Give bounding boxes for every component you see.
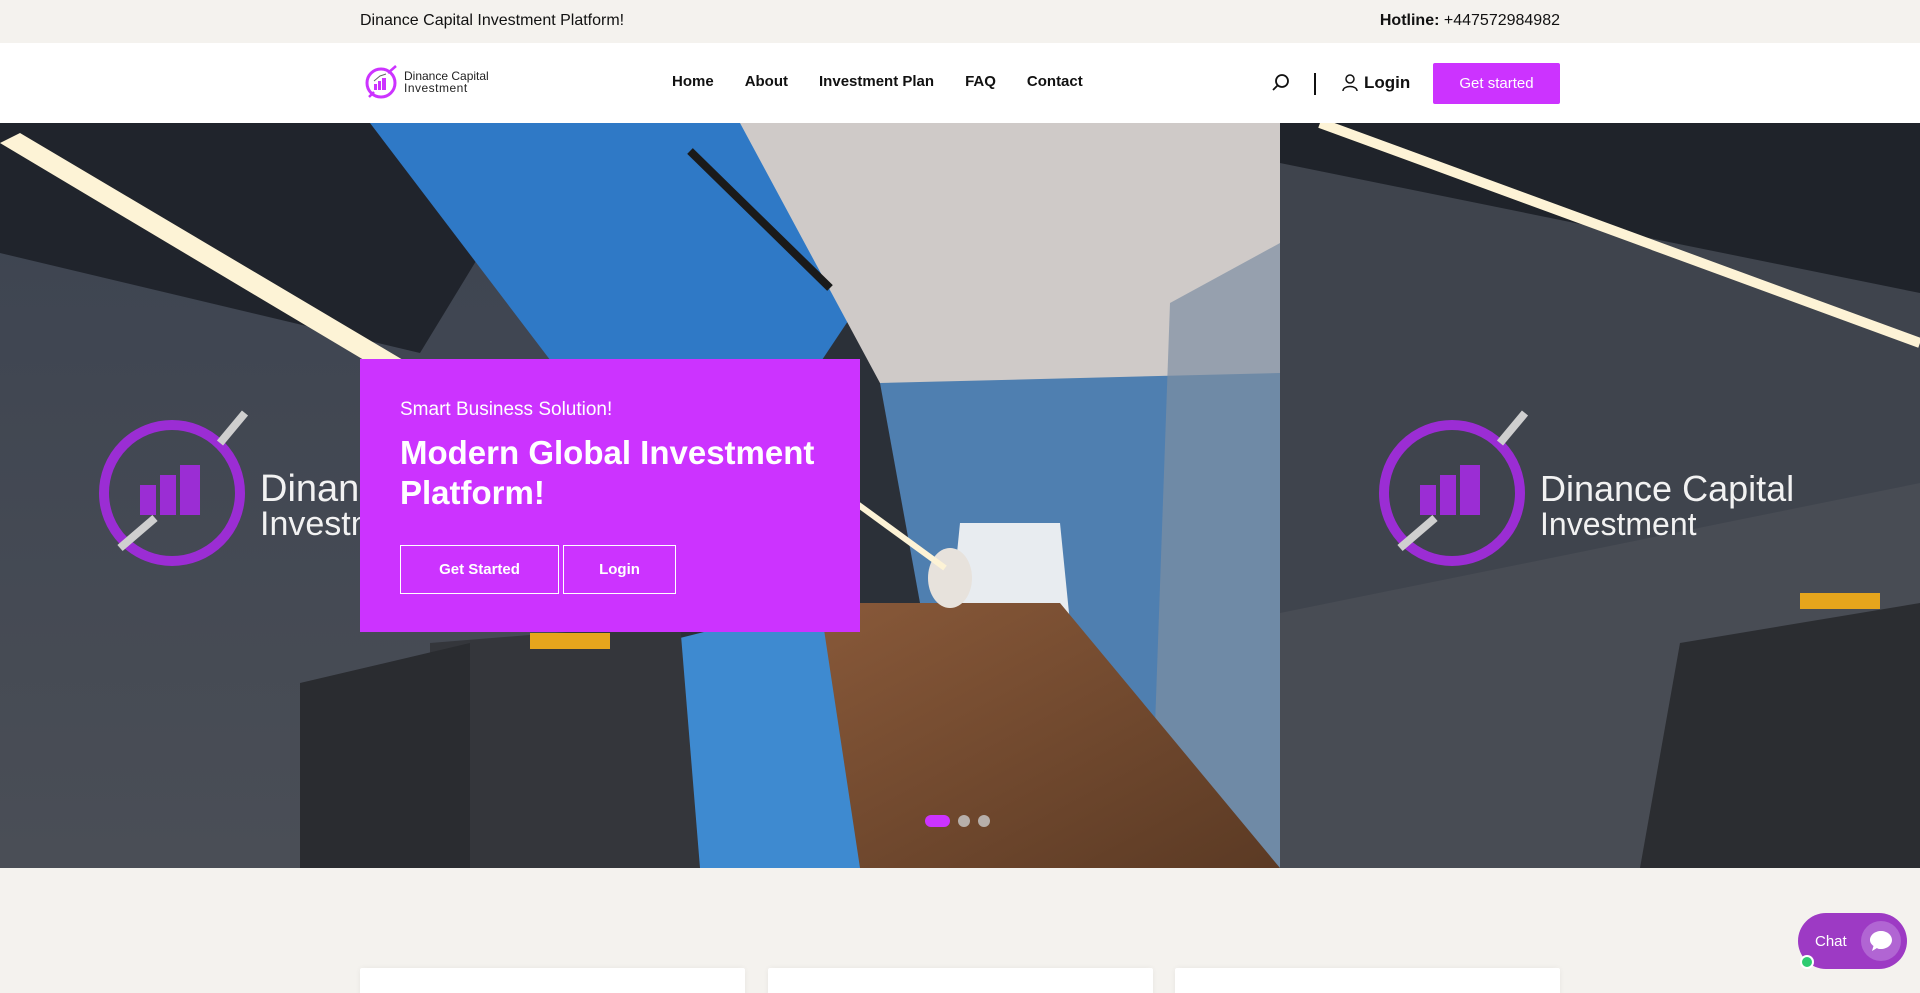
hero-slider[interactable]: Dinance Capital Investment Dinance Capit… (0, 123, 1920, 868)
site-header: Dinance Capital Investment Home About In… (0, 43, 1920, 123)
logo-text: Dinance Capital Investment (404, 70, 489, 94)
user-icon (1342, 74, 1358, 92)
get-started-button[interactable]: Get started (1433, 63, 1560, 104)
nav-investment-plan[interactable]: Investment Plan (819, 73, 934, 90)
feature-card (1175, 968, 1560, 993)
slider-dot-3[interactable] (978, 815, 990, 827)
hotline: Hotline: +447572984982 (1380, 12, 1560, 30)
site-tagline: Dinance Capital Investment Platform! (360, 12, 625, 29)
nav-home[interactable]: Home (672, 73, 714, 90)
logo-line-2: Investment (404, 81, 468, 95)
header-divider (1314, 73, 1316, 95)
slider-dot-1[interactable] (925, 815, 950, 827)
chat-bubble-icon (1861, 921, 1901, 961)
next-slide-sign-line-1: Dinance Capital (1540, 468, 1794, 509)
feature-cards (360, 968, 1560, 993)
hotline-label: Hotline: (1379, 12, 1440, 29)
main-nav: Home About Investment Plan FAQ Contact (672, 73, 1114, 90)
site-logo[interactable]: Dinance Capital Investment (364, 59, 504, 105)
hero-caption-box: Smart Business Solution! Modern Global I… (360, 359, 860, 632)
hero-login-button[interactable]: Login (563, 545, 676, 594)
hero-next-slide-image: Dinance Capital Investment (1280, 123, 1920, 868)
hero-buttons: Get Started Login (400, 545, 820, 594)
nav-contact[interactable]: Contact (1027, 73, 1083, 90)
logo-mark (365, 65, 397, 99)
hero-kicker: Smart Business Solution! (400, 399, 613, 420)
next-slide-sign-line-2: Investment (1540, 506, 1697, 542)
nav-faq[interactable]: FAQ (965, 73, 996, 90)
login-link[interactable]: Login (1342, 73, 1410, 93)
hotline-number[interactable]: +447572984982 (1444, 12, 1560, 29)
top-bar: Dinance Capital Investment Platform! Hot… (0, 0, 1920, 43)
slider-dot-2[interactable] (958, 815, 970, 827)
chat-label: Chat (1815, 932, 1847, 950)
login-label: Login (1364, 73, 1411, 92)
hero-get-started-button[interactable]: Get Started (400, 545, 559, 594)
slider-dots (925, 815, 990, 827)
online-indicator (1800, 955, 1814, 969)
feature-card (768, 968, 1153, 993)
nav-about[interactable]: About (745, 73, 788, 90)
search-icon[interactable] (1271, 73, 1291, 93)
hero-headline: Modern Global Investment Platform! (400, 434, 815, 511)
feature-card (360, 968, 745, 993)
chat-widget[interactable]: Chat (1798, 913, 1907, 969)
